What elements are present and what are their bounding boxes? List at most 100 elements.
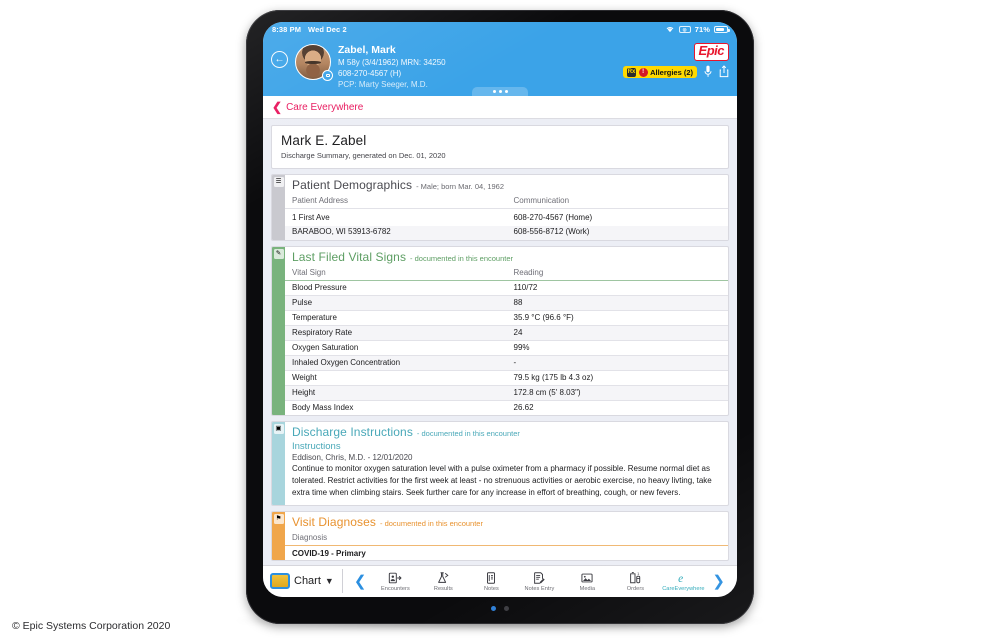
section-note: - Male; born Mar. 04, 1962 (416, 182, 505, 192)
allergy-drug-icon: Rx (627, 67, 637, 77)
section-discharge-instructions: ▣ Discharge Instructions - documented in… (271, 420, 729, 507)
document-scroll-area[interactable]: Mark E. Zabel Discharge Summary, generat… (263, 119, 737, 565)
column-header: Communication (513, 196, 570, 206)
cell-vital-value: - (506, 354, 728, 371)
toolbar-activity-list: Encounters Results Notes Notes Entry Med… (371, 570, 707, 592)
table-row: Body Mass Index 26.62 (285, 399, 728, 415)
toolbar-item-label: Notes (483, 586, 499, 592)
table-row: Temperature 35.9 °C (96.6 °F) (285, 309, 728, 326)
instructions-icon: ▣ (273, 423, 284, 434)
cell-vital-name: Pulse (285, 294, 507, 311)
chevron-left-icon: ❮ (272, 100, 283, 115)
chart-menu-button[interactable]: Chart ▼ (270, 573, 341, 589)
table-row: BARABOO, WI 53913-6782 608-556-8712 (Wor… (285, 225, 728, 240)
vitals-table: Vital Sign Reading Blood Pressure 110/72 … (285, 265, 728, 415)
instructions-author: Eddison, Chris, M.D. - 12/01/2020 (292, 452, 413, 462)
cell-phone-work: 608-556-8712 (Work) (506, 225, 728, 240)
share-icon[interactable] (719, 65, 729, 80)
patient-info[interactable]: Zabel, Mark M 58y (3/4/1962) MRN: 34250 … (338, 41, 616, 90)
wifi-icon (665, 25, 675, 35)
cell-address-line1: 1 First Ave (285, 208, 507, 226)
toolbar-item-results[interactable]: Results (419, 570, 467, 592)
notes-entry-icon (532, 570, 546, 585)
toolbar-item-label: CareEverywhere (662, 586, 705, 592)
demographics-icon: ☰ (273, 177, 284, 188)
header-right-cluster: Epic Rx ! Allergies (2) (623, 41, 729, 80)
demographics-table: Patient Address Communication 1 First Av… (285, 194, 728, 240)
diagnoses-icon: ⚑ (273, 514, 284, 525)
toolbar-prev-button[interactable]: ❮ (349, 574, 372, 589)
tablet-device-frame: 8:38 PM Wed Dec 2 ◎ 71% ← Zabel, Mark M … (246, 10, 754, 624)
results-flask-icon (436, 570, 450, 585)
cell-vital-value: 79.5 kg (175 lb 4.3 oz) (506, 369, 728, 386)
microphone-icon[interactable] (704, 65, 712, 80)
column-header: Diagnosis (285, 531, 728, 547)
section-note: - documented in this encounter (410, 253, 514, 263)
page-dot[interactable] (504, 606, 509, 611)
drag-handle-icon[interactable] (472, 87, 528, 97)
section-last-filed-vital-signs: ✎ Last Filed Vital Signs - documented in… (271, 245, 729, 416)
toolbar-next-button[interactable]: ❯ (707, 574, 730, 589)
patient-phone-line: 608-270-4567 (H) (338, 69, 402, 79)
table-row: Respiratory Rate 24 (285, 324, 728, 341)
section-title: Discharge Instructions (292, 424, 413, 439)
patient-name: Zabel, Mark (338, 44, 396, 56)
allergies-label: Allergies (2) (650, 67, 693, 77)
section-visit-diagnoses: ⚑ Visit Diagnoses - documented in this e… (271, 511, 729, 562)
status-badge[interactable]: Rx ! Allergies (2) (623, 66, 697, 79)
toolbar-item-media[interactable]: Media (563, 570, 611, 592)
toolbar-item-label: Media (579, 586, 596, 592)
document-title-card: Mark E. Zabel Discharge Summary, generat… (271, 125, 729, 170)
battery-icon (714, 26, 730, 33)
status-date: Wed Dec 2 (308, 25, 347, 34)
rotation-lock-icon: ◎ (678, 26, 691, 33)
toolbar-item-care-everywhere[interactable]: e CareEverywhere (659, 570, 707, 592)
toolbar-item-encounters[interactable]: Encounters (371, 570, 419, 592)
camera-icon[interactable] (322, 70, 333, 81)
cell-vital-name: Inhaled Oxygen Concentration (285, 354, 507, 371)
cell-diagnosis: COVID-19 - Primary (285, 545, 728, 561)
table-row: Oxygen Saturation 99% (285, 339, 728, 356)
instructions-label: Instructions (292, 440, 341, 452)
section-accent-bar: ☰ (272, 175, 285, 240)
patient-header: ← Zabel, Mark M 58y (3/4/1962) MRN: 3425… (263, 37, 737, 97)
section-accent-bar: ▣ (272, 421, 285, 506)
status-time: 8:38 PM (272, 25, 302, 34)
table-row: Inhaled Oxygen Concentration - (285, 354, 728, 371)
header-back-button[interactable]: ← (271, 51, 288, 68)
cell-vital-value: 110/72 (506, 279, 728, 296)
section-accent-bar: ✎ (272, 246, 285, 415)
cell-vital-name: Temperature (285, 309, 507, 326)
avatar[interactable] (295, 44, 333, 81)
cell-vital-name: Weight (285, 369, 507, 386)
toolbar-item-notes[interactable]: Notes (467, 570, 515, 592)
chart-label: Chart (294, 575, 321, 587)
ios-status-bar: 8:38 PM Wed Dec 2 ◎ 71% (263, 22, 737, 37)
cell-vital-name: Body Mass Index (285, 399, 507, 415)
notes-icon (484, 570, 498, 585)
cell-vital-name: Oxygen Saturation (285, 339, 507, 356)
table-row: 1 First Ave 608-270-4567 (Home) (285, 208, 728, 226)
section-title: Visit Diagnoses (292, 515, 376, 530)
section-title: Patient Demographics (292, 178, 413, 193)
cell-address-line2: BARABOO, WI 53913-6782 (285, 225, 507, 240)
column-header: Reading (506, 265, 728, 281)
patient-demographics-line: M 58y (3/4/1962) MRN: 34250 (338, 58, 446, 68)
svg-text:1: 1 (638, 571, 641, 576)
bottom-toolbar: Chart ▼ ❮ Encounters Results Notes Notes… (263, 565, 737, 597)
cell-vital-value: 24 (506, 324, 728, 341)
toolbar-item-orders[interactable]: 1 Orders (611, 570, 659, 592)
instructions-body: Continue to monitor oxygen saturation le… (292, 463, 712, 497)
care-everywhere-icon: e (676, 570, 690, 585)
table-row: Pulse 88 (285, 294, 728, 311)
toolbar-item-label: Results (433, 586, 453, 592)
breadcrumb-label: Care Everywhere (286, 101, 364, 113)
toolbar-item-notes-entry[interactable]: Notes Entry (515, 570, 563, 592)
diagnoses-table: Diagnosis COVID-19 - Primary (285, 531, 728, 561)
svg-text:e: e (679, 572, 684, 584)
copyright-text: © Epic Systems Corporation 2020 (12, 620, 171, 632)
table-row: Weight 79.5 kg (175 lb 4.3 oz) (285, 369, 728, 386)
cell-vital-value: 99% (506, 339, 728, 356)
breadcrumb[interactable]: ❮ Care Everywhere (263, 96, 737, 120)
page-dot-active[interactable] (491, 606, 496, 611)
